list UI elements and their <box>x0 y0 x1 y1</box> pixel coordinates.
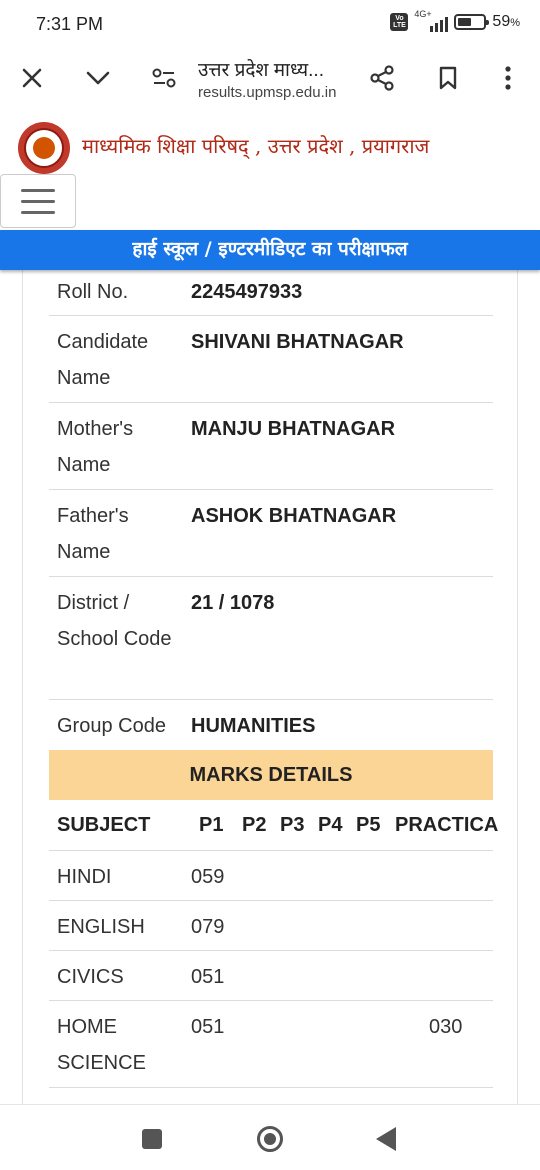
result-banner: हाई स्कूल / इण्टरमीडिएट का परीक्षाफल <box>0 230 540 270</box>
volte-icon: Vo LTE <box>390 13 409 31</box>
detail-row-roll-no: Roll No. 2245497933 <box>49 270 493 316</box>
detail-row-father-name: Father's Name ASHOK BHATNAGAR <box>49 490 493 577</box>
network-type: 4G+ <box>414 9 432 19</box>
subject-name: HINDI <box>57 866 112 888</box>
detail-value: ASHOK BHATNAGAR <box>191 505 397 527</box>
emblem-logo <box>18 122 70 174</box>
col-header-p5: P5 <box>356 814 381 836</box>
marks-row: ENGLISH 079 <box>49 901 493 951</box>
detail-value: 2245497933 <box>191 281 303 303</box>
detail-row-candidate-name: Candidate Name SHIVANI BHATNAGAR <box>49 316 493 403</box>
detail-row-district-school-code: District / School Code 21 / 1078 <box>49 577 493 700</box>
p1-marks: 051 <box>191 966 225 988</box>
url-text[interactable]: results.upmsp.edu.in <box>198 84 336 101</box>
status-icons: Vo LTE 4G+ 59% <box>390 9 520 32</box>
browser-toolbar: उत्तर प्रदेश माध्य... results.upmsp.edu.… <box>0 48 540 108</box>
battery-level <box>458 18 471 26</box>
share-icon[interactable] <box>366 62 398 94</box>
subject-name: HOME SCIENCE <box>57 1016 146 1074</box>
detail-row-mother-name: Mother's Name MANJU BHATNAGAR <box>49 403 493 490</box>
p1-marks: 059 <box>191 866 225 888</box>
detail-label: Mother's Name <box>57 418 134 476</box>
marks-row: CIVICS 051 <box>49 951 493 1001</box>
recent-apps-icon[interactable] <box>142 1129 162 1149</box>
col-header-p1: P1 <box>199 814 224 836</box>
marks-details-heading: MARKS DETAILS <box>49 750 493 800</box>
status-bar: 7:31 PM Vo LTE 4G+ 59% <box>0 0 540 48</box>
site-header: माध्यमिक शिक्षा परिषद् , उत्तर प्रदेश , … <box>0 108 540 232</box>
result-card: Roll No. 2245497933 Candidate Name SHIVA… <box>22 270 518 1105</box>
back-icon[interactable] <box>376 1127 396 1151</box>
detail-label: Candidate Name <box>57 331 149 389</box>
site-settings-icon[interactable] <box>148 62 180 94</box>
chevron-down-icon[interactable] <box>82 62 114 94</box>
subject-name: CIVICS <box>57 966 124 988</box>
bookmark-icon[interactable] <box>432 62 464 94</box>
col-header-p4: P4 <box>318 814 343 836</box>
detail-value: SHIVANI BHATNAGAR <box>191 331 404 353</box>
col-header-subject: SUBJECT <box>57 814 151 836</box>
detail-label: Group Code <box>57 715 166 737</box>
detail-row-group-code: Group Code HUMANITIES <box>49 700 493 750</box>
page-title[interactable]: उत्तर प्रदेश माध्य... <box>198 56 324 82</box>
marks-row: HINDI 059 <box>49 851 493 901</box>
detail-label: Roll No. <box>57 281 129 303</box>
battery-icon <box>454 14 490 30</box>
col-header-p3: P3 <box>280 814 305 836</box>
more-vert-icon[interactable] <box>492 62 524 94</box>
p1-marks: 079 <box>191 916 225 938</box>
col-header-p2: P2 <box>242 814 267 836</box>
detail-label: Father's Name <box>57 505 129 563</box>
status-time: 7:31 PM <box>36 14 104 34</box>
col-header-practical: PRACTICA <box>395 814 499 836</box>
detail-value: HUMANITIES <box>191 715 316 737</box>
hamburger-menu-icon[interactable] <box>0 174 76 228</box>
close-icon[interactable] <box>16 62 48 94</box>
battery-percent: 59% <box>492 13 520 30</box>
site-name: माध्यमिक शिक्षा परिषद् , उत्तर प्रदेश , … <box>82 134 430 158</box>
home-icon[interactable] <box>257 1126 283 1152</box>
practical-marks: 030 <box>429 1016 463 1038</box>
marks-row: HOME SCIENCE 051 030 <box>49 1001 493 1088</box>
detail-label: District / School Code <box>57 592 172 650</box>
p1-marks: 051 <box>191 1016 225 1038</box>
signal-icon <box>430 17 449 32</box>
detail-value: 21 / 1078 <box>191 592 275 614</box>
subject-name: ENGLISH <box>57 916 145 938</box>
detail-value: MANJU BHATNAGAR <box>191 418 396 440</box>
system-nav-bar <box>0 1104 540 1170</box>
network-icon: 4G+ <box>414 9 449 32</box>
